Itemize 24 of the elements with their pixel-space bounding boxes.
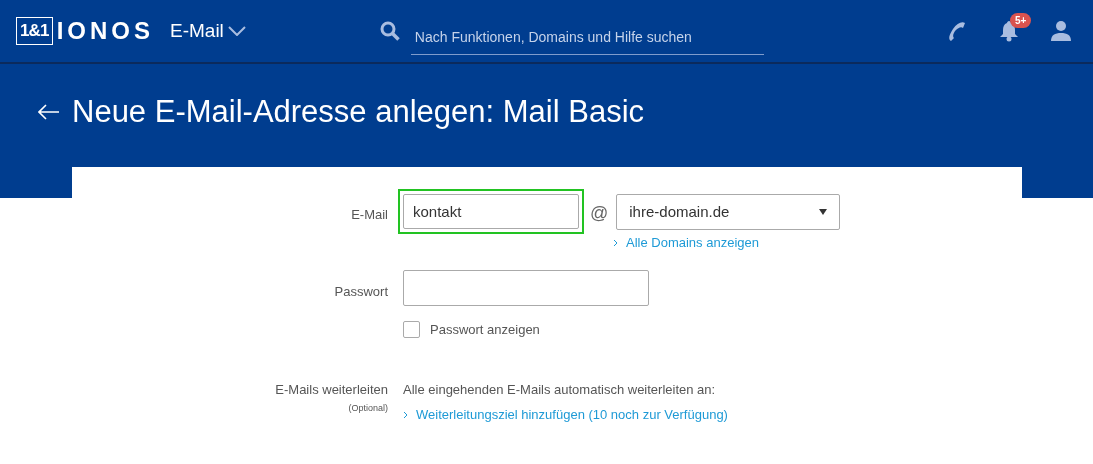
notification-badge: 5+ bbox=[1010, 13, 1032, 28]
product-menu[interactable]: E-Mail bbox=[170, 16, 246, 46]
field-label: E-Mails weiterleiten bbox=[275, 380, 388, 399]
domain-select[interactable]: ihre-domain.de bbox=[616, 194, 841, 230]
forwarding-description: Alle eingehenden E-Mails automatisch weiterleiten an: bbox=[403, 380, 717, 399]
back-arrow-icon[interactable] bbox=[38, 104, 60, 120]
show-password-checkbox[interactable] bbox=[403, 321, 420, 339]
search-field[interactable]: Nach Funktionen, Domains und Hilfe suchen bbox=[410, 19, 764, 55]
email-field[interactable]: kontakt bbox=[403, 194, 579, 229]
chevron-right-icon bbox=[403, 410, 408, 419]
user-icon[interactable] bbox=[1051, 20, 1071, 42]
field-label: Passwort bbox=[333, 283, 388, 301]
search-icon bbox=[379, 21, 400, 41]
password-field[interactable] bbox=[403, 270, 649, 306]
field-label: E-Mail bbox=[350, 206, 388, 224]
logo-box: 1&1 bbox=[16, 17, 53, 45]
chevron-down-icon bbox=[227, 26, 246, 36]
at-sign: @ bbox=[590, 202, 609, 225]
logo-text: IONOS bbox=[56, 16, 154, 46]
chevron-right-icon bbox=[613, 239, 618, 247]
dropdown-caret-icon bbox=[819, 209, 828, 215]
optional-note: (Optional) bbox=[348, 402, 388, 415]
page-title: Neue E-Mail-Adresse anlegen: Mail Basic bbox=[72, 93, 645, 131]
checkbox-label: Passwort anzeigen bbox=[430, 321, 540, 339]
